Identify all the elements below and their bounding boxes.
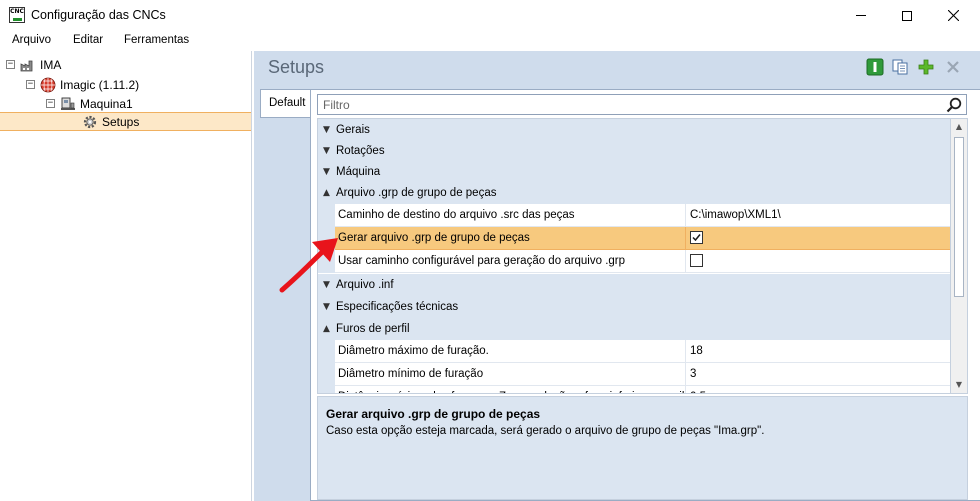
description-title: Gerar arquivo .grp de grupo de peças [326,407,541,421]
property-name: Caminho de destino do arquivo .src das p… [335,204,686,227]
category-arquivo-inf[interactable]: ▼ Arquivo .inf [318,274,950,296]
property-value[interactable]: C:\imawop\XML1\ [686,204,950,227]
property-value[interactable]: 0,5 [686,386,950,393]
chevron-down-icon: ▼ [323,125,330,135]
chevron-down-icon: ▼ [323,302,330,312]
filter-input[interactable] [318,95,938,114]
chevron-up-icon: ▲ [323,188,330,198]
scroll-thumb[interactable] [954,137,964,297]
property-name: Usar caminho configurável para geração d… [335,250,686,273]
description-text: Caso esta opção esteja marcada, será ger… [326,425,765,437]
category-label: Arquivo .grp de grupo de peças [336,187,497,199]
property-name: Gerar arquivo .grp de grupo de peças [335,227,686,250]
gerar-grp-checkbox[interactable] [690,231,703,244]
scroll-down-icon[interactable]: ▼ [951,377,967,393]
category-label: Arquivo .inf [336,279,394,291]
property-row-selected[interactable]: Gerar arquivo .grp de grupo de peças [318,227,950,250]
property-value[interactable]: 3 [686,363,950,386]
chevron-down-icon: ▼ [323,146,330,156]
maximize-button[interactable] [884,0,930,31]
minimize-icon [856,15,866,16]
category-maquina[interactable]: ▼ Máquina [318,161,950,183]
chevron-down-icon: ▼ [323,167,330,177]
gear-icon [82,114,98,130]
description-panel: Gerar arquivo .grp de grupo de peças Cas… [317,396,968,500]
category-rotacoes[interactable]: ▼ Rotações [318,140,950,162]
tree-node-label: Maquina1 [80,96,133,111]
property-grid: ▼ Gerais ▼ Rotações ▼ Máquina ▲ Arquivo .grp… [317,118,951,394]
category-label: Rotações [336,145,385,157]
category-label: Gerais [336,124,370,136]
close-button[interactable] [930,0,976,31]
property-row[interactable]: Usar caminho configurável para geração d… [318,250,950,273]
collapse-toggle-icon[interactable]: − [46,99,55,108]
delete-icon[interactable] [944,58,962,76]
add-icon[interactable] [917,58,935,76]
app-icon-label: CNC [10,8,24,15]
property-row[interactable]: Caminho de destino do arquivo .src das p… [318,204,950,227]
info-icon[interactable] [866,58,884,76]
menu-ferramentas[interactable]: Ferramentas [124,34,189,46]
window-title: Configuração das CNCs [31,8,166,22]
checkmark-icon [692,234,701,242]
page-title: Setups [268,57,325,77]
category-label: Furos de perfil [336,323,410,335]
machine-icon [60,96,76,112]
tree-node-imagic[interactable]: − Imagic (1.11.2) [26,75,139,94]
filter-box [317,94,967,115]
property-row[interactable]: Diâmetro mínimo de furação 3 [318,363,950,386]
category-furos[interactable]: ▲ Furos de perfil [318,318,950,340]
menu-bar: Arquivo Editar Ferramentas [0,31,980,51]
close-icon [947,10,959,21]
minimize-button[interactable] [838,0,884,31]
tree-node-ima[interactable]: − IMA [6,55,61,74]
tab-default[interactable]: Default [260,89,310,118]
cnc-tree: − IMA − Imagic (1.11.2) − Maquina1 Setup… [0,51,252,501]
property-row[interactable]: Distância mínima dos furos em Z com rela… [318,386,950,393]
property-name: Diâmetro mínimo de furação [335,363,686,386]
scroll-up-icon[interactable]: ▲ [951,119,967,135]
globe-icon [40,77,56,93]
category-especificacoes[interactable]: ▼ Especificações técnicas [318,296,950,318]
property-row[interactable]: Diâmetro máximo de furação. 18 [318,340,950,363]
tree-node-maquina1[interactable]: − Maquina1 [46,94,133,113]
collapse-toggle-icon[interactable]: − [6,60,15,69]
tree-node-setups[interactable]: Setups [0,112,251,131]
caminho-configuravel-checkbox[interactable] [690,254,703,267]
category-arquivo-grp[interactable]: ▲ Arquivo .grp de grupo de peças [318,182,950,204]
property-value[interactable]: 18 [686,340,950,363]
tree-node-label: Imagic (1.11.2) [60,77,140,92]
setups-panel: Setups Default ▼ Gerais ▼ Rotações ▼ Máquin… [254,51,980,501]
factory-icon [20,57,36,73]
copy-icon[interactable] [891,58,909,76]
menu-editar[interactable]: Editar [73,34,103,46]
vertical-scrollbar[interactable]: ▲ ▼ [951,118,968,394]
category-label: Especificações técnicas [336,301,459,313]
category-gerais[interactable]: ▼ Gerais [318,119,950,141]
title-bar: CNC Configuração das CNCs [0,0,980,31]
settings-content: ▼ Gerais ▼ Rotações ▼ Máquina ▲ Arquivo .grp… [310,89,980,501]
chevron-up-icon: ▲ [323,324,330,334]
property-name: Diâmetro máximo de furação. [335,340,686,363]
property-name: Distância mínima dos furos em Z com rela… [335,386,686,393]
maximize-icon [902,10,912,21]
cnc-app-icon: CNC [9,7,25,23]
category-label: Máquina [336,166,381,178]
tree-node-label: IMA [40,57,62,72]
collapse-toggle-icon[interactable]: − [26,80,35,89]
menu-arquivo[interactable]: Arquivo [12,34,51,46]
tree-node-label: Setups [102,114,140,129]
search-icon[interactable] [946,97,962,113]
chevron-down-icon: ▼ [323,280,330,290]
